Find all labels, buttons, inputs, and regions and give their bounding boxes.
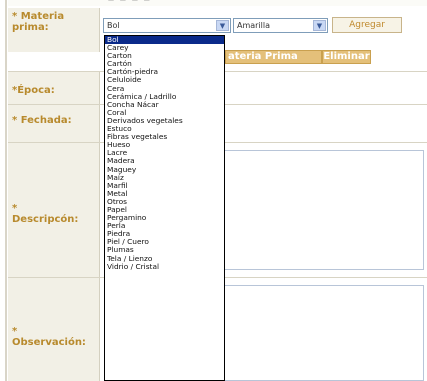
materia-prima-label: * Materia prima: xyxy=(8,8,100,52)
materia-prima-dropdown-list[interactable]: Bol Carey Carton Cartón Cartón-piedra Celuloi… xyxy=(104,35,225,381)
eliminar-button[interactable]: Eliminar xyxy=(322,50,371,64)
observacion-star: * xyxy=(12,326,18,337)
materia-prima-button[interactable]: ateria Prima xyxy=(225,50,322,64)
observacion-label-text: Observación: xyxy=(12,337,86,348)
chevron-down-icon[interactable]: ▼ xyxy=(216,20,229,31)
fechada-label: * Fechada: xyxy=(8,105,100,142)
epoca-label: *Época: xyxy=(8,72,100,104)
top-strip: — — — — xyxy=(8,0,427,6)
fechada-label-text: * Fechada: xyxy=(12,115,72,126)
descripcion-label: * Descripcón: xyxy=(8,143,100,277)
epoca-label-text: *Época: xyxy=(12,85,55,96)
descripcion-star: * xyxy=(12,203,18,214)
materia-prima-select[interactable]: Bol ▼ xyxy=(103,18,231,33)
agregar-button[interactable]: Agregar xyxy=(332,17,402,33)
descripcion-label-text: Descripcón: xyxy=(12,214,79,225)
left-border xyxy=(5,0,7,381)
materia-label-line1: * Materia xyxy=(12,11,65,22)
materia-select-value: Bol xyxy=(107,21,120,30)
materia-label-line2: prima: xyxy=(12,22,49,33)
dropdown-option[interactable]: Vidrio / Cristal xyxy=(105,262,224,271)
chevron-down-icon[interactable]: ▼ xyxy=(313,20,326,31)
color-select[interactable]: Amarilla ▼ xyxy=(233,18,328,33)
color-select-value: Amarilla xyxy=(237,21,271,30)
observacion-label: * Observación: xyxy=(8,278,100,381)
